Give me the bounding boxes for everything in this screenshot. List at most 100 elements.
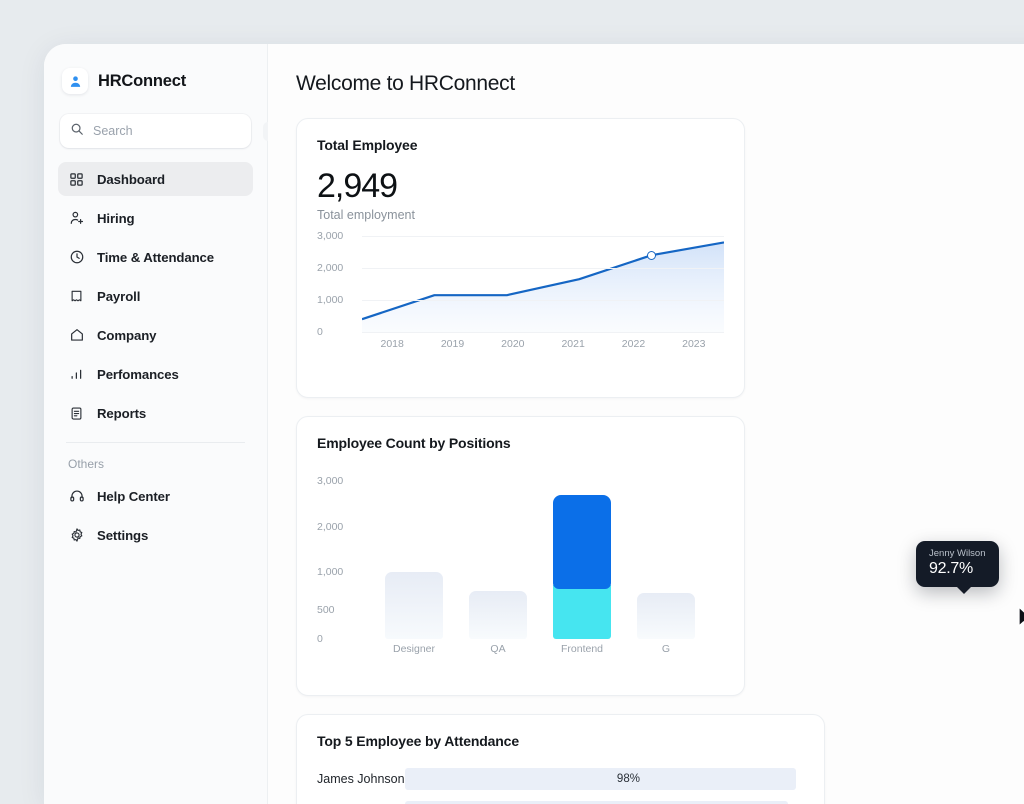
sidebar-nav: Dashboard Hiring Time & Attendance: [58, 162, 253, 552]
clock-icon: [68, 249, 85, 266]
x-tick-label: Frontend: [543, 643, 621, 655]
bar-qa[interactable]: [469, 591, 527, 639]
bar-segment-upper: [553, 495, 611, 589]
card-title: Employee Count by Positions: [317, 435, 724, 451]
attendance-tooltip: Jenny Wilson 92.7%: [916, 541, 999, 587]
dashboard-grid: Total Employee 2,949 Total employment 3,…: [296, 118, 1024, 804]
sidebar: HRConnect ⌘ K Das: [44, 44, 268, 804]
page-title: Welcome to HRConnect: [296, 72, 1024, 96]
home-icon: [68, 327, 85, 344]
y-tick-label: 1,000: [317, 566, 343, 578]
sidebar-item-company[interactable]: Company: [58, 318, 253, 352]
line-plot-area: [362, 236, 724, 332]
y-tick-label: 0: [317, 326, 323, 338]
employee-name: James Johnson: [317, 772, 405, 786]
bar-g[interactable]: [637, 593, 695, 639]
y-tick-label: 2,000: [317, 521, 343, 533]
total-employee-value: 2,949: [317, 167, 724, 206]
attendance-row[interactable]: James Johnson 98%: [317, 765, 804, 792]
bar-value: 98%: [617, 773, 640, 785]
user-avatar-icon: [62, 68, 88, 94]
x-tick-label: 2020: [483, 338, 543, 350]
total-employee-caption: Total employment: [317, 208, 724, 222]
y-tick-label: 3,000: [317, 475, 343, 487]
card-employee-count-by-positions: Employee Count by Positions 3,000 2,000 …: [296, 416, 745, 696]
attendance-row[interactable]: Esther Howard 96%: [317, 798, 804, 804]
bar-track: 98%: [405, 768, 804, 790]
grid-icon: [68, 171, 85, 188]
bar-segment-lower: [553, 585, 611, 639]
y-tick-label: 1,000: [317, 294, 343, 306]
search-input[interactable]: [93, 124, 254, 138]
x-tick-label: 2019: [422, 338, 482, 350]
bar-chart-icon: [68, 366, 85, 383]
x-tick-label: 2021: [543, 338, 603, 350]
gear-icon: [68, 527, 85, 544]
gridline: [362, 236, 724, 237]
bar-plot-area: [365, 467, 734, 639]
x-tick-label: G: [627, 643, 705, 655]
sidebar-item-label: Perfomances: [97, 367, 179, 382]
bar-segment: [385, 572, 443, 639]
y-tick-label: 0: [317, 633, 323, 645]
x-axis: 2018 2019 2020 2021 2022 2023: [362, 338, 724, 350]
bar-track: 96%: [405, 801, 804, 804]
card-title: Top 5 Employee by Attendance: [317, 733, 804, 749]
x-axis: Designer QA Frontend G: [365, 643, 734, 659]
x-tick-label: QA: [459, 643, 537, 655]
highlight-point[interactable]: [647, 251, 656, 260]
sidebar-item-time-attendance[interactable]: Time & Attendance: [58, 240, 253, 274]
bar-designer[interactable]: [385, 572, 443, 639]
sidebar-section-others: Others: [58, 457, 253, 479]
card-title: Total Employee: [317, 137, 724, 153]
gridline: [362, 268, 724, 269]
gridline: [362, 332, 724, 333]
x-tick-label: 2018: [362, 338, 422, 350]
user-plus-icon: [68, 210, 85, 227]
brand: HRConnect: [58, 66, 253, 114]
sidebar-item-label: Payroll: [97, 289, 140, 304]
sidebar-item-hiring[interactable]: Hiring: [58, 201, 253, 235]
x-tick-label: 2023: [664, 338, 724, 350]
sidebar-item-dashboard[interactable]: Dashboard: [58, 162, 253, 196]
sidebar-item-label: Time & Attendance: [97, 250, 214, 265]
app-window: HRConnect ⌘ K Das: [44, 44, 1024, 804]
bar-frontend[interactable]: [553, 495, 611, 639]
sidebar-item-reports[interactable]: Reports: [58, 396, 253, 430]
sidebar-divider: [66, 442, 245, 443]
card-top5-attendance: Top 5 Employee by Attendance James Johns…: [296, 714, 825, 804]
bar-fill: [405, 768, 796, 790]
sidebar-item-payroll[interactable]: Payroll: [58, 279, 253, 313]
y-tick-label: 3,000: [317, 230, 343, 242]
main-content: Welcome to HRConnect Total Employee 2,94…: [268, 44, 1024, 804]
search-box[interactable]: ⌘ K: [60, 114, 251, 148]
sidebar-item-settings[interactable]: Settings: [58, 518, 253, 552]
card-total-employee: Total Employee 2,949 Total employment 3,…: [296, 118, 745, 398]
mouse-cursor: [1017, 606, 1024, 632]
x-tick-label: 2022: [603, 338, 663, 350]
sidebar-item-help-center[interactable]: Help Center: [58, 479, 253, 513]
gridline: [362, 300, 724, 301]
bar-segment: [469, 591, 527, 639]
line-series: [362, 236, 724, 332]
bar-fill: [405, 801, 788, 804]
y-tick-label: 500: [317, 604, 335, 616]
document-icon: [68, 405, 85, 422]
search-icon: [70, 122, 84, 141]
tooltip-value: 92.7%: [929, 560, 986, 578]
sidebar-item-label: Reports: [97, 406, 146, 421]
sidebar-item-perfomances[interactable]: Perfomances: [58, 357, 253, 391]
sidebar-item-label: Hiring: [97, 211, 135, 226]
sidebar-item-label: Help Center: [97, 489, 170, 504]
sidebar-item-label: Settings: [97, 528, 148, 543]
sidebar-item-label: Dashboard: [97, 172, 165, 187]
tooltip-name: Jenny Wilson: [929, 548, 986, 559]
receipt-icon: [68, 288, 85, 305]
total-employment-trend-chart: 3,000 2,000 1,000 0: [317, 236, 724, 348]
bar-segment: [637, 593, 695, 639]
y-tick-label: 2,000: [317, 262, 343, 274]
x-tick-label: Designer: [375, 643, 453, 655]
brand-name: HRConnect: [98, 72, 186, 91]
positions-bar-chart: 3,000 2,000 1,000 500 0: [317, 467, 724, 667]
sidebar-item-label: Company: [97, 328, 156, 343]
